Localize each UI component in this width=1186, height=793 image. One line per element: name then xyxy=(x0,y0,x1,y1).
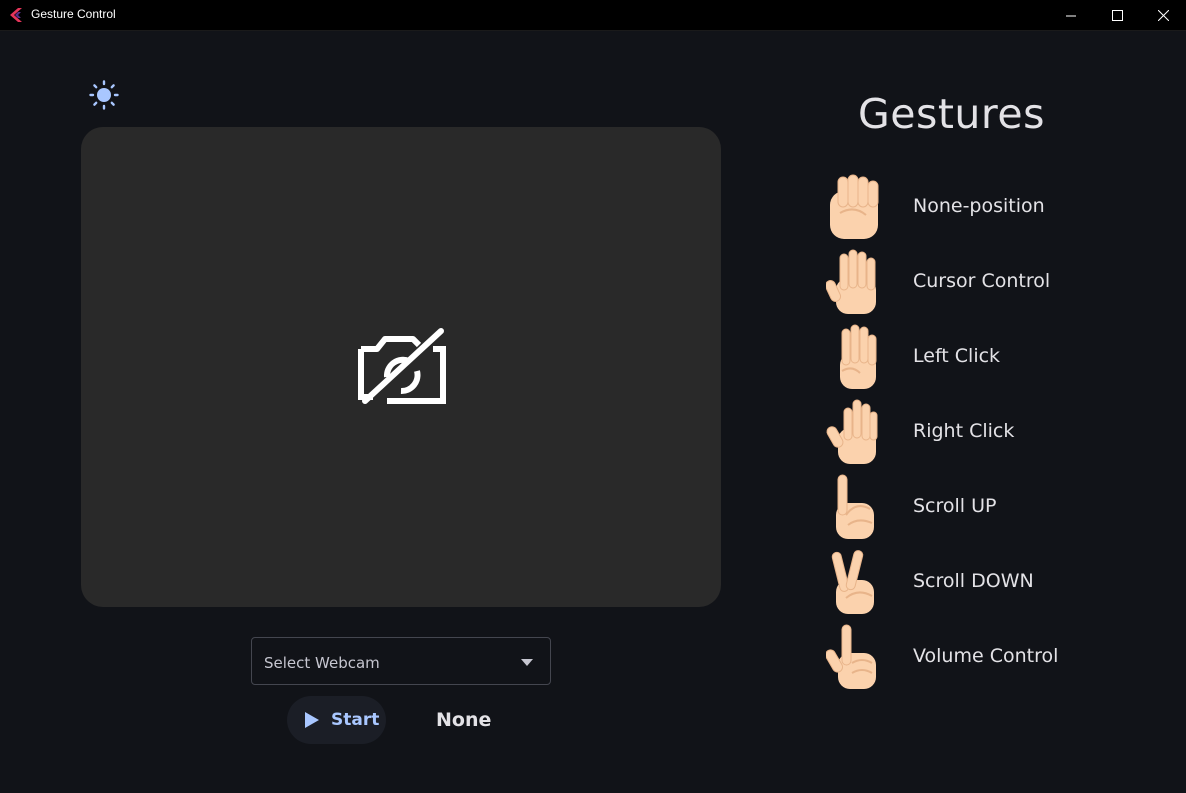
maximize-button[interactable] xyxy=(1094,0,1140,31)
gesture-item-scroll-down: Scroll DOWN xyxy=(826,548,1126,616)
start-button[interactable]: Start xyxy=(287,696,386,744)
three-fingers-icon xyxy=(826,399,878,464)
close-icon xyxy=(1157,10,1169,21)
gesture-label: Volume Control xyxy=(913,645,1059,667)
gesture-item-right-click: Right Click xyxy=(826,398,1126,466)
webcam-select[interactable]: Select Webcam xyxy=(251,637,551,685)
gesture-item-scroll-up: Scroll UP xyxy=(826,473,1126,541)
gesture-label: Cursor Control xyxy=(913,270,1051,292)
open-palm-icon xyxy=(826,249,876,314)
gesture-label: Left Click xyxy=(913,345,1001,367)
victory-hand-icon xyxy=(831,550,874,614)
gesture-label: None-position xyxy=(913,195,1045,217)
gesture-item-volume-control: Volume Control xyxy=(826,623,1126,691)
index-finger-up-icon xyxy=(836,474,874,539)
sun-icon[interactable] xyxy=(89,80,119,110)
webcam-select-placeholder: Select Webcam xyxy=(264,654,380,672)
four-fingers-icon xyxy=(840,324,877,389)
close-button[interactable] xyxy=(1140,0,1186,31)
dropdown-arrow-icon xyxy=(521,659,533,666)
gesture-label: Right Click xyxy=(913,420,1015,442)
camera-preview xyxy=(81,127,721,607)
gesture-label: Scroll DOWN xyxy=(913,570,1034,592)
pinky-thumb-hand-icon xyxy=(826,624,876,689)
start-button-label: Start xyxy=(331,710,380,730)
window-title: Gesture Control xyxy=(31,7,116,21)
gestures-title: Gestures xyxy=(858,90,1045,138)
minimize-button[interactable] xyxy=(1048,0,1094,31)
fist-hand-icon xyxy=(830,174,879,239)
gesture-item-cursor-control: Cursor Control xyxy=(826,248,1126,316)
gesture-item-left-click: Left Click xyxy=(826,323,1126,391)
gesture-item-none-position: None-position xyxy=(826,173,1126,241)
gesture-label: Scroll UP xyxy=(913,495,997,517)
maximize-icon xyxy=(1111,10,1123,21)
play-icon xyxy=(305,712,319,728)
app-logo-icon xyxy=(10,8,22,22)
camera-off-icon xyxy=(358,328,446,404)
title-bar: Gesture Control xyxy=(0,0,1186,31)
gesture-status: None xyxy=(436,709,492,731)
minimize-icon xyxy=(1066,15,1076,16)
